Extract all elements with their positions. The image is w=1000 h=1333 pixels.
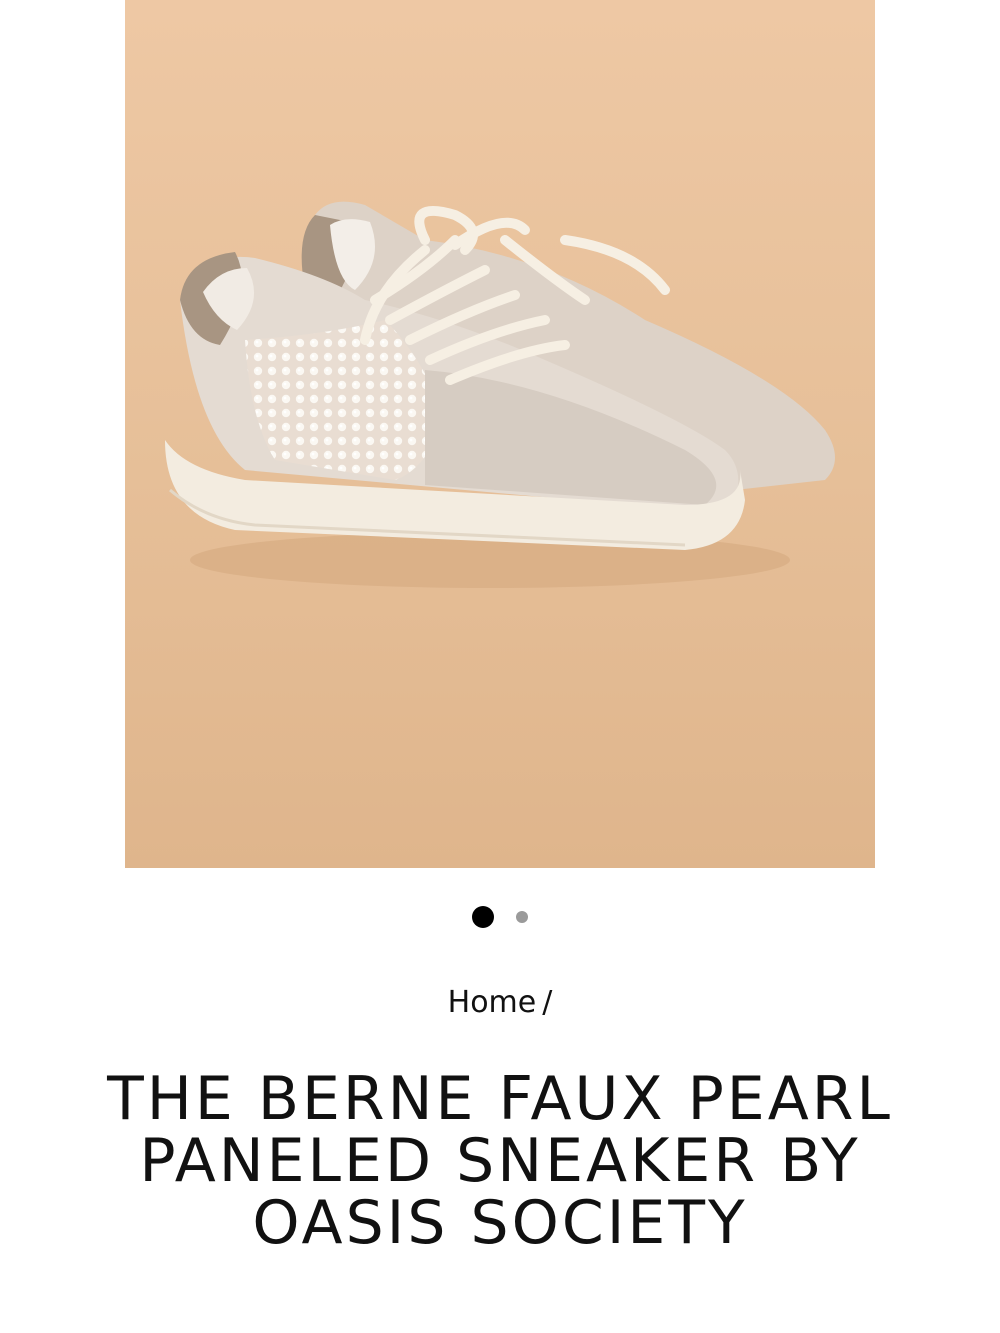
carousel-dots [0,905,1000,929]
product-page: Home / THE BERNE FAUX PEARL PANELED SNEAK… [0,0,1000,1333]
breadcrumb: Home / [0,985,1000,1020]
product-image[interactable] [125,0,875,868]
carousel-dot-2[interactable] [516,911,528,923]
product-title: THE BERNE FAUX PEARL PANELED SNEAKER BY … [107,1064,893,1258]
breadcrumb-home-link[interactable]: Home [448,985,537,1020]
sneaker-photo [125,0,875,868]
carousel-dot-1[interactable] [472,906,494,928]
breadcrumb-separator: / [542,985,553,1020]
